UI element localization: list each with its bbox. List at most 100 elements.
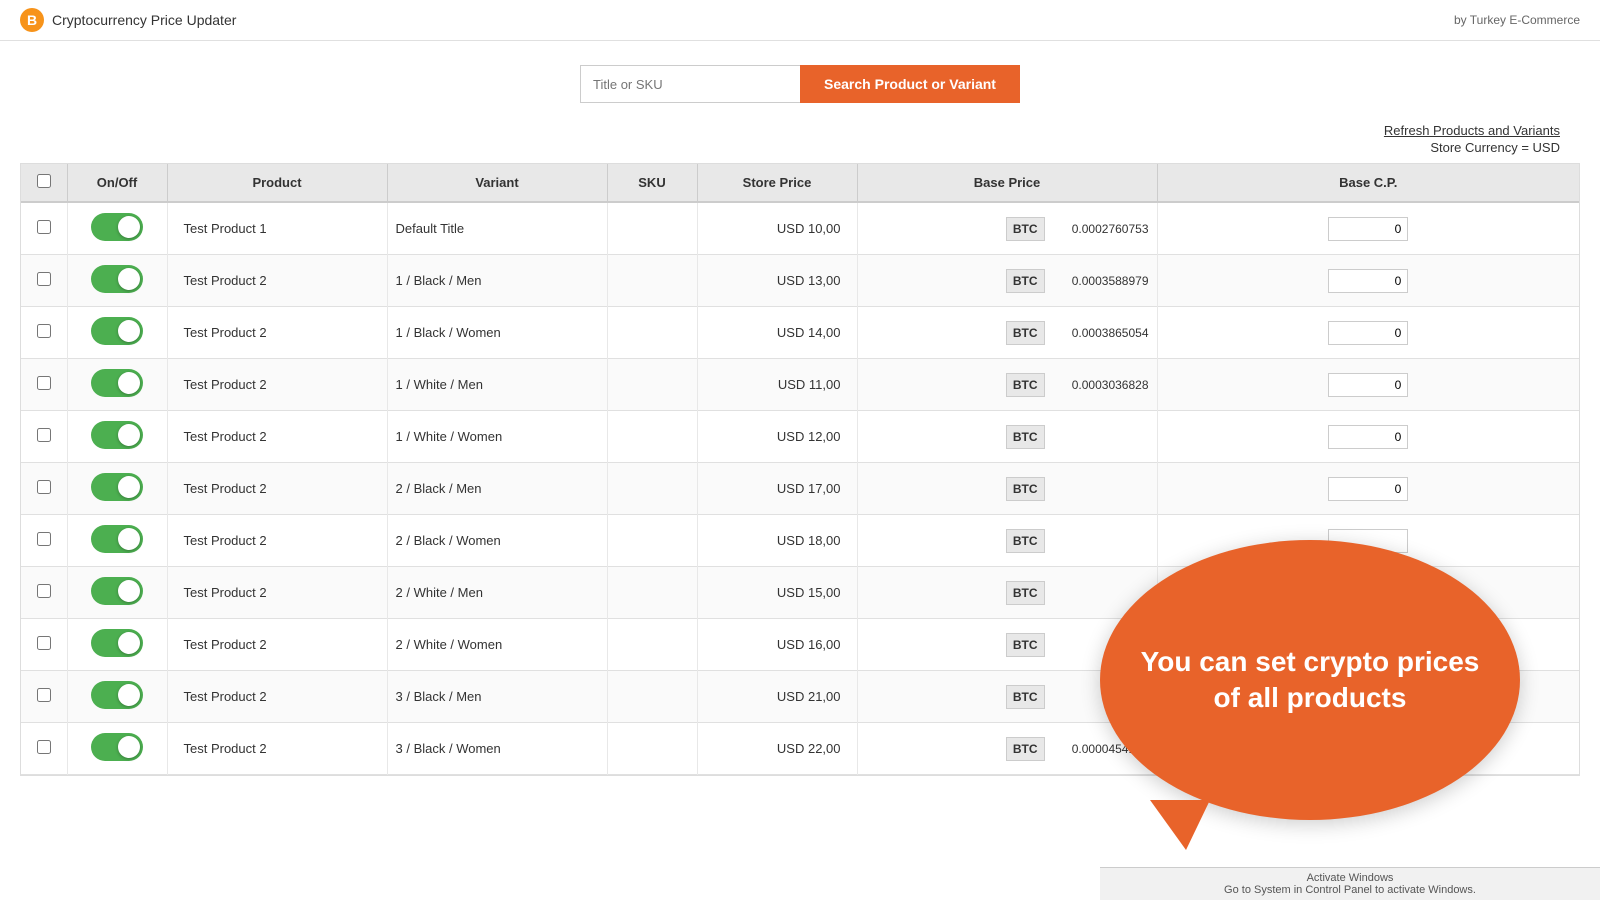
store-currency: Store Currency = USD: [40, 140, 1560, 155]
base-currency-label: BTC: [1006, 633, 1045, 657]
sku-cell: [607, 307, 697, 359]
row-toggle-cell: [67, 463, 167, 515]
toggle-switch[interactable]: [91, 317, 143, 345]
row-toggle-cell: [67, 202, 167, 255]
header-onoff: On/Off: [67, 164, 167, 202]
activate-line2: Go to System in Control Panel to activat…: [1112, 884, 1588, 896]
base-cp-input[interactable]: [1328, 373, 1408, 397]
row-checkbox[interactable]: [37, 272, 51, 286]
sku-cell: [607, 515, 697, 567]
row-checkbox[interactable]: [37, 584, 51, 598]
row-checkbox[interactable]: [37, 376, 51, 390]
row-checkbox[interactable]: [37, 688, 51, 702]
activate-line1: Activate Windows: [1112, 872, 1588, 884]
row-checkbox[interactable]: [37, 220, 51, 234]
base-price-cell: BTC: [857, 567, 1157, 619]
store-price: USD 11,00: [697, 359, 857, 411]
base-price-cell: BTC 0.0003865054: [857, 307, 1157, 359]
bitcoin-icon: B: [20, 8, 44, 32]
tooltip-text: You can set crypto prices of all product…: [1140, 644, 1480, 717]
store-price: USD 14,00: [697, 307, 857, 359]
header-left: B Cryptocurrency Price Updater: [20, 8, 236, 32]
toggle-knob: [118, 684, 140, 706]
header-sku: SKU: [607, 164, 697, 202]
table-row: Test Product 21 / Black / WomenUSD 14,00…: [21, 307, 1579, 359]
base-currency-label: BTC: [1006, 529, 1045, 553]
search-button[interactable]: Search Product or Variant: [800, 65, 1020, 103]
search-input[interactable]: [580, 65, 800, 103]
product-name: Test Product 2: [167, 255, 387, 307]
header-base-cp: Base C.P.: [1157, 164, 1579, 202]
toggle-knob: [118, 216, 140, 238]
row-checkbox-cell: [21, 463, 67, 515]
store-price: USD 17,00: [697, 463, 857, 515]
store-price: USD 18,00: [697, 515, 857, 567]
toggle-switch[interactable]: [91, 577, 143, 605]
sku-cell: [607, 463, 697, 515]
row-checkbox[interactable]: [37, 532, 51, 546]
toggle-switch[interactable]: [91, 473, 143, 501]
row-toggle-cell: [67, 619, 167, 671]
base-price-cell: BTC: [857, 411, 1157, 463]
product-name: Test Product 2: [167, 567, 387, 619]
base-price-cell: BTC 0.0002760753: [857, 202, 1157, 255]
header-product: Product: [167, 164, 387, 202]
select-all-checkbox[interactable]: [37, 174, 51, 188]
toggle-switch[interactable]: [91, 421, 143, 449]
row-toggle-cell: [67, 567, 167, 619]
toggle-knob: [118, 320, 140, 342]
refresh-link[interactable]: Refresh Products and Variants: [1384, 123, 1560, 138]
variant-name: 1 / Black / Men: [387, 255, 607, 307]
base-cp-cell: [1157, 255, 1579, 307]
base-currency-label: BTC: [1006, 217, 1045, 241]
row-checkbox[interactable]: [37, 324, 51, 338]
variant-name: 2 / White / Women: [387, 619, 607, 671]
toggle-switch[interactable]: [91, 525, 143, 553]
store-price: USD 13,00: [697, 255, 857, 307]
toggle-switch[interactable]: [91, 629, 143, 657]
row-checkbox[interactable]: [37, 428, 51, 442]
table-row: Test Product 21 / White / WomenUSD 12,00…: [21, 411, 1579, 463]
product-name: Test Product 2: [167, 411, 387, 463]
store-price: USD 22,00: [697, 723, 857, 775]
base-cp-input[interactable]: [1328, 217, 1408, 241]
base-cp-input[interactable]: [1328, 269, 1408, 293]
row-checkbox-cell: [21, 359, 67, 411]
variant-name: 2 / Black / Women: [387, 515, 607, 567]
base-currency-label: BTC: [1006, 477, 1045, 501]
base-currency-value: 0.0002760753: [1049, 222, 1149, 236]
table-header-row: On/Off Product Variant SKU Store Price B…: [21, 164, 1579, 202]
toggle-knob: [118, 632, 140, 654]
row-checkbox-cell: [21, 307, 67, 359]
toggle-switch[interactable]: [91, 681, 143, 709]
store-price: USD 12,00: [697, 411, 857, 463]
row-checkbox[interactable]: [37, 480, 51, 494]
header-checkbox-col: [21, 164, 67, 202]
base-cp-cell: [1157, 463, 1579, 515]
search-area: Search Product or Variant: [0, 41, 1600, 119]
header-store-price: Store Price: [697, 164, 857, 202]
sku-cell: [607, 723, 697, 775]
product-name: Test Product 2: [167, 359, 387, 411]
row-checkbox[interactable]: [37, 636, 51, 650]
row-toggle-cell: [67, 411, 167, 463]
sku-cell: [607, 255, 697, 307]
row-checkbox[interactable]: [37, 740, 51, 754]
base-currency-label: BTC: [1006, 373, 1045, 397]
base-cp-input[interactable]: [1328, 321, 1408, 345]
row-toggle-cell: [67, 723, 167, 775]
base-currency-value: 0.0003036828: [1049, 378, 1149, 392]
variant-name: 3 / Black / Men: [387, 671, 607, 723]
activate-windows-bar: Activate Windows Go to System in Control…: [1100, 867, 1600, 900]
table-row: Test Product 21 / White / MenUSD 11,00 B…: [21, 359, 1579, 411]
base-cp-cell: [1157, 359, 1579, 411]
toggle-switch[interactable]: [91, 213, 143, 241]
base-cp-input[interactable]: [1328, 477, 1408, 501]
toggle-switch[interactable]: [91, 733, 143, 761]
table-row: Test Product 1Default TitleUSD 10,00 BTC…: [21, 202, 1579, 255]
toggle-switch[interactable]: [91, 369, 143, 397]
product-name: Test Product 2: [167, 515, 387, 567]
toggle-switch[interactable]: [91, 265, 143, 293]
base-cp-input[interactable]: [1328, 425, 1408, 449]
row-toggle-cell: [67, 515, 167, 567]
